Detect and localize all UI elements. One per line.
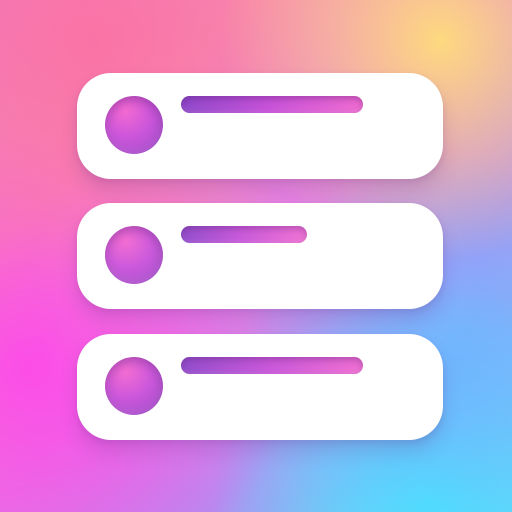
list-row-card	[77, 203, 443, 309]
app-icon	[0, 0, 512, 512]
list-row-card	[77, 73, 443, 179]
title-placeholder-bar	[181, 357, 363, 374]
avatar-placeholder-icon	[105, 357, 163, 415]
title-placeholder-bar	[181, 96, 363, 113]
list-row-card	[77, 334, 443, 440]
title-placeholder-bar	[181, 226, 307, 243]
avatar-placeholder-icon	[105, 96, 163, 154]
avatar-placeholder-icon	[105, 226, 163, 284]
